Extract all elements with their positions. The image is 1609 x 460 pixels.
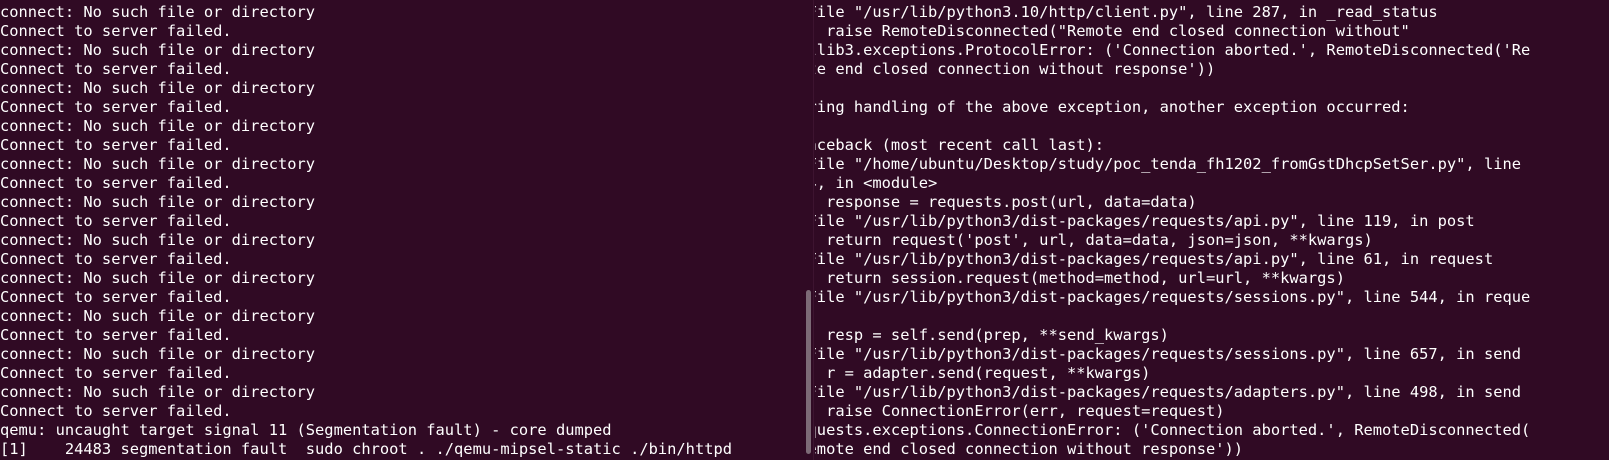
terminal-line: 14, in <module> (815, 174, 938, 192)
left-terminal-scrollbar[interactable] (806, 290, 811, 454)
terminal-line: Connect to server failed. (0, 326, 232, 344)
terminal-line: [1] 24483 segmentation fault sudo chroot… (0, 440, 733, 458)
terminal-line: connect: No such file or directory (0, 155, 316, 173)
terminal-line: response = requests.post(url, data=data) (815, 193, 1197, 211)
terminal-line: Traceback (most recent call last): (815, 136, 1105, 154)
terminal-line: Connect to server failed. (0, 174, 232, 192)
terminal-line: Connect to server failed. (0, 60, 232, 78)
terminal-line: Connect to server failed. (0, 288, 232, 306)
terminal-line: requests.exceptions.ConnectionError: ('C… (815, 421, 1531, 439)
terminal-line: qemu: uncaught target signal 11 (Segment… (0, 421, 612, 439)
terminal-line: Connect to server failed. (0, 250, 232, 268)
left-terminal-output: connect: No such file or directory Connec… (0, 3, 732, 459)
terminal-line: r = adapter.send(request, **kwargs) (815, 364, 1151, 382)
terminal-line: resp = self.send(prep, **send_kwargs) (815, 326, 1169, 344)
terminal-line: 'Remote end closed connection without re… (815, 440, 1244, 458)
terminal-line: connect: No such file or directory (0, 79, 316, 97)
pane-divider[interactable] (813, 0, 814, 460)
right-terminal-output: File "/usr/lib/python3.10/http/client.py… (815, 3, 1530, 459)
terminal-line: st (815, 307, 1530, 326)
terminal-line: connect: No such file or directory (0, 345, 316, 363)
terminal-line: connect: No such file or directory (0, 383, 316, 401)
terminal-line: raise RemoteDisconnected("Remote end clo… (815, 22, 1410, 40)
terminal-line: File "/usr/lib/python3/dist-packages/req… (815, 250, 1494, 268)
terminal-line: return request('post', url, data=data, j… (815, 231, 1373, 249)
terminal-line: File "/usr/lib/python3/dist-packages/req… (815, 212, 1475, 230)
terminal-line: Connect to server failed. (0, 364, 232, 382)
terminal-line: Connect to server failed. (0, 22, 232, 40)
terminal-line: return session.request(method=method, ur… (815, 269, 1345, 287)
terminal-line: File "/home/ubuntu/Desktop/study/poc_ten… (815, 155, 1522, 173)
terminal-line: connect: No such file or directory (0, 41, 316, 59)
terminal-line: During handling of the above exception, … (815, 98, 1410, 116)
terminal-line: connect: No such file or directory (0, 193, 316, 211)
terminal-line: File "/usr/lib/python3/dist-packages/req… (815, 345, 1522, 363)
terminal-line: File "/usr/lib/python3.10/http/client.py… (815, 3, 1438, 21)
terminal-line: connect: No such file or directory (0, 117, 316, 135)
terminal-line: File "/usr/lib/python3/dist-packages/req… (815, 383, 1522, 401)
terminal-line: Connect to server failed. (0, 98, 232, 116)
terminal-line: Connect to server failed. (0, 136, 232, 154)
left-terminal-pane[interactable]: connect: No such file or directory Connec… (0, 0, 800, 460)
terminal-line: Connect to server failed. (0, 212, 232, 230)
terminal-line: urllib3.exceptions.ProtocolError: ('Conn… (815, 41, 1531, 59)
terminal-line: File "/usr/lib/python3/dist-packages/req… (815, 288, 1531, 306)
terminal-line: raise ConnectionError(err, request=reque… (815, 402, 1225, 420)
right-terminal-pane[interactable]: File "/usr/lib/python3.10/http/client.py… (815, 0, 1609, 460)
terminal-line: mote end closed connection without respo… (815, 60, 1216, 78)
terminal-line: connect: No such file or directory (0, 3, 316, 21)
terminal-line: connect: No such file or directory (0, 231, 316, 249)
terminal-line: connect: No such file or directory (0, 307, 316, 325)
terminal-line: Connect to server failed. (0, 402, 232, 420)
terminal-line: connect: No such file or directory (0, 269, 316, 287)
